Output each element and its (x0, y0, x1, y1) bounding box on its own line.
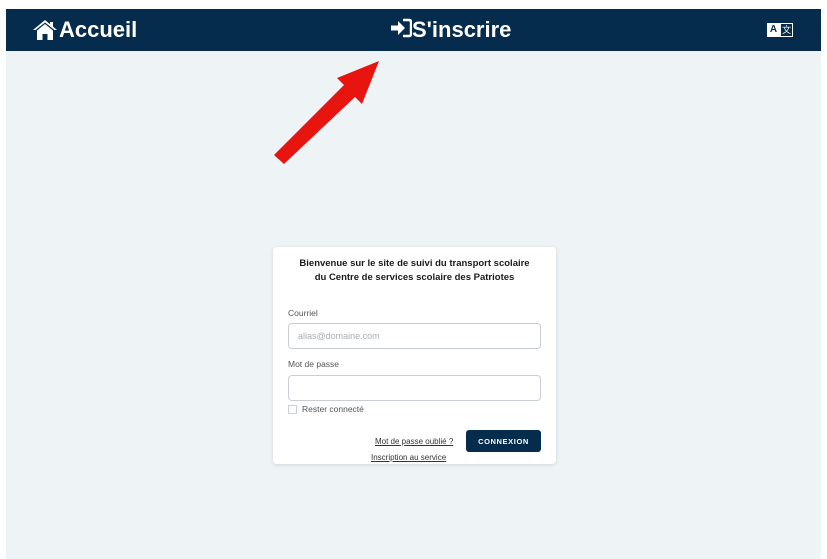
password-label: Mot de passe (288, 359, 340, 369)
login-button[interactable]: CONNEXION (466, 430, 541, 452)
login-title-line-2: du Centre de services scolaire des Patri… (314, 272, 515, 283)
translate-icon: A (767, 23, 780, 37)
top-navigation-bar: Accueil S'inscrire A 文 (6, 9, 821, 51)
login-title: Bienvenue sur le site de suivi du transp… (281, 257, 548, 285)
home-nav-label: Accueil (59, 17, 138, 42)
remember-me-label: Rester connecté (302, 404, 364, 414)
login-card: Bienvenue sur le site de suivi du transp… (273, 247, 556, 464)
translate-icon-secondary: 文 (780, 23, 793, 37)
password-field[interactable] (288, 375, 541, 401)
email-field[interactable] (288, 323, 541, 349)
remember-me-row: Rester connecté (288, 404, 364, 415)
home-icon (32, 19, 58, 41)
email-label: Courriel (288, 308, 318, 318)
language-toggle-button[interactable]: A 文 (767, 23, 793, 37)
remember-me-checkbox[interactable] (288, 405, 297, 414)
login-title-line-1: Bienvenue sur le site de suivi du transp… (299, 258, 530, 269)
signup-nav-label: S'inscrire (412, 17, 512, 42)
home-nav-link[interactable]: Accueil (32, 17, 137, 43)
forgot-password-link[interactable]: Mot de passe oublié ? (375, 437, 453, 447)
signup-nav-link[interactable]: S'inscrire (390, 17, 511, 43)
app-frame: Accueil S'inscrire A 文 Bienvenue sur le … (6, 9, 821, 559)
register-link[interactable]: Inscription au service (371, 453, 446, 463)
sign-in-icon (390, 18, 413, 43)
